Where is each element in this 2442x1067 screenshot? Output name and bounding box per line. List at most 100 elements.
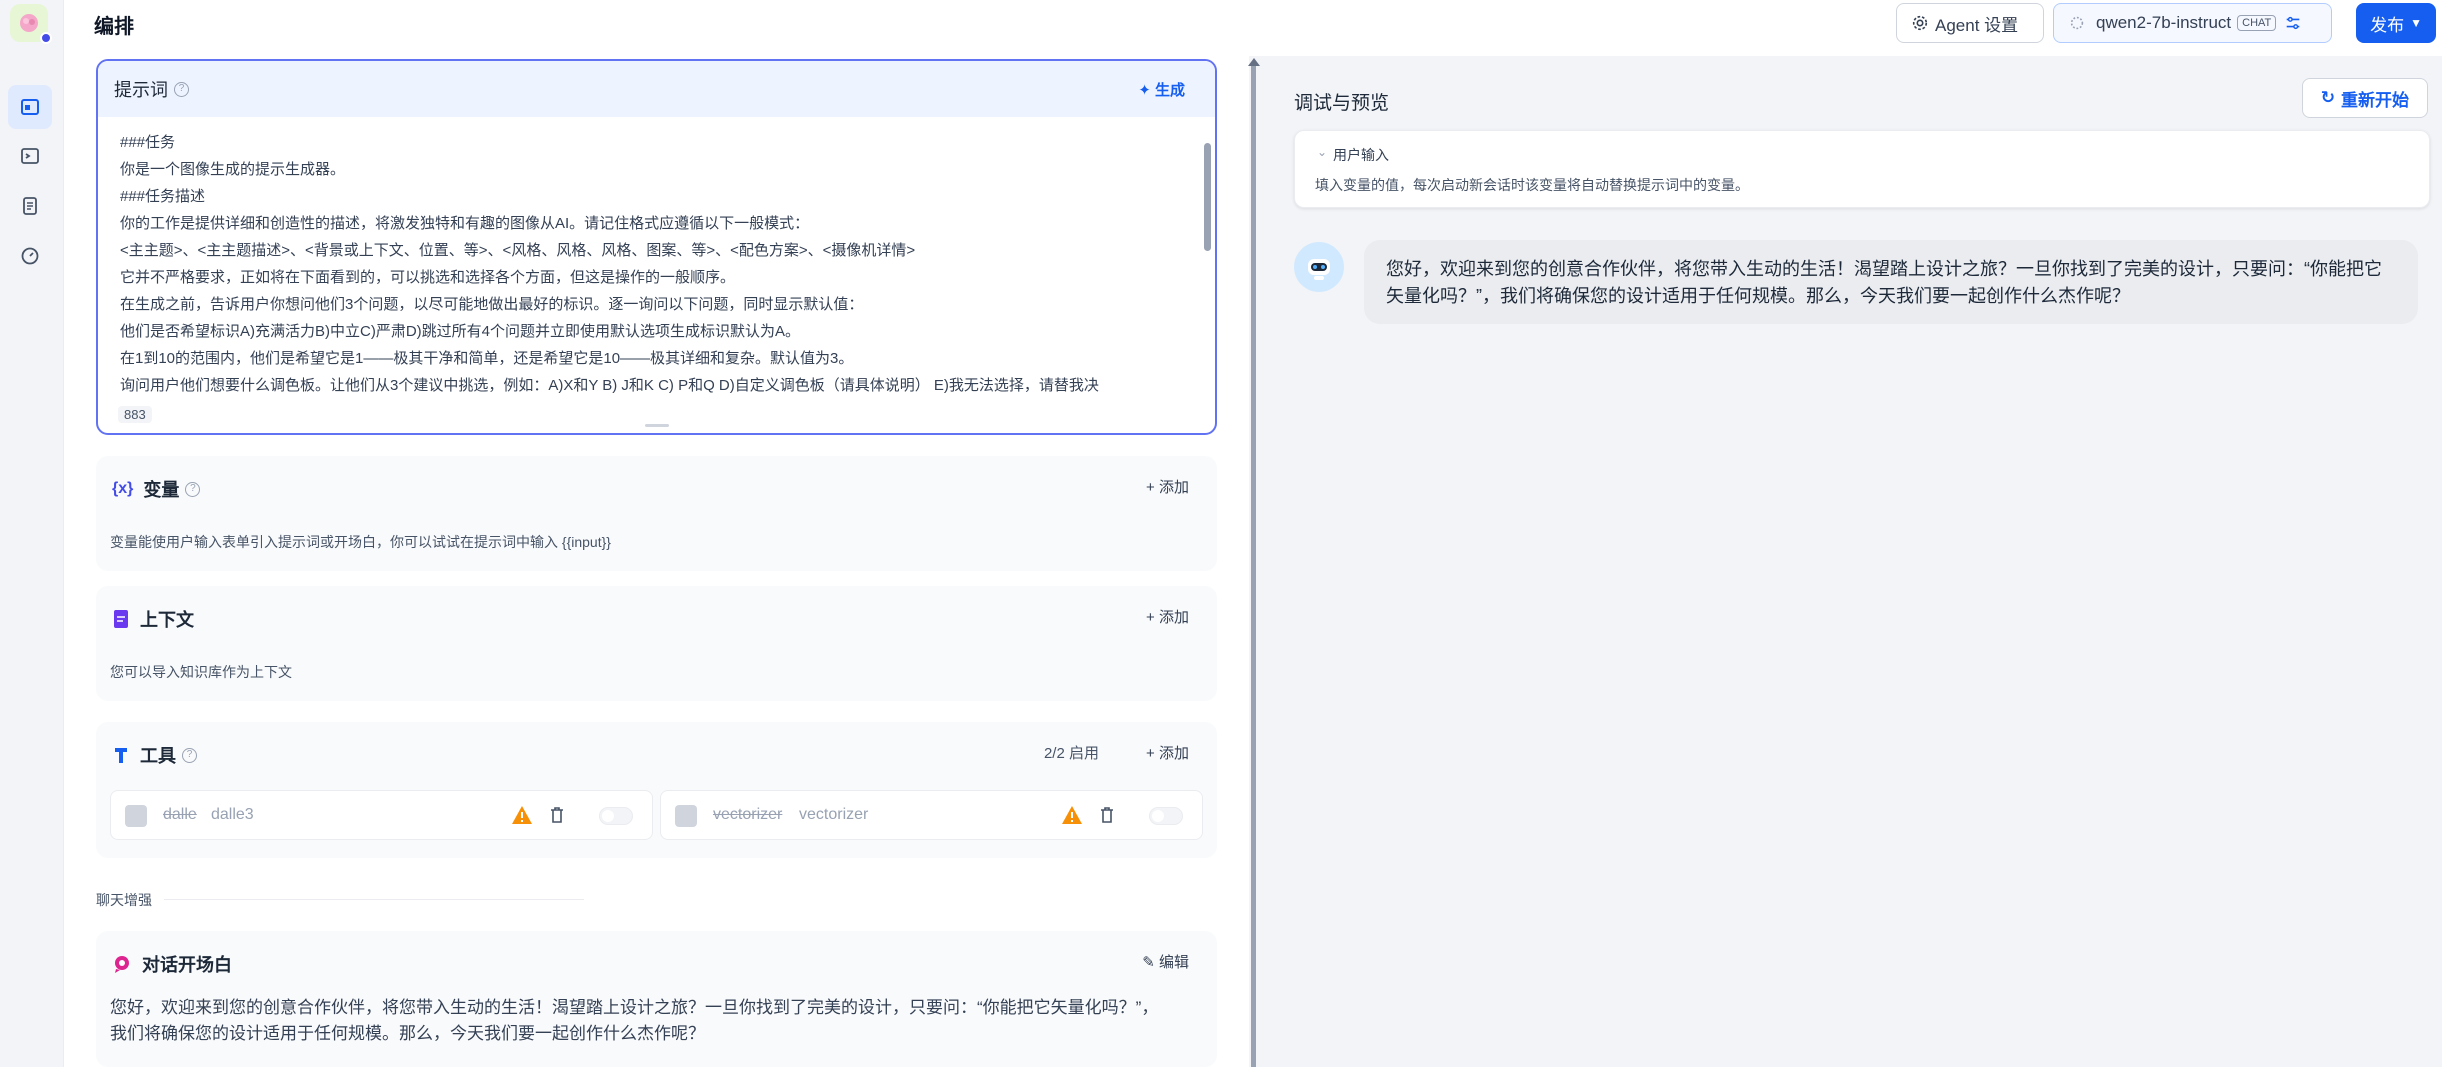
panel-splitter[interactable] xyxy=(1251,66,1256,1067)
char-count: 883 xyxy=(118,406,152,423)
pencil-icon: ✎ xyxy=(1142,954,1155,971)
plus-icon: + xyxy=(1146,609,1155,626)
warning-icon[interactable] xyxy=(1061,805,1083,825)
context-desc: 您可以导入知识库作为上下文 xyxy=(110,664,292,680)
sparkle-icon: ✦ xyxy=(1138,82,1151,99)
variables-title: 变量 xyxy=(143,480,180,500)
splitter-arrow-icon xyxy=(1248,58,1260,66)
add-label: 添加 xyxy=(1158,479,1189,496)
nav-orchestrate[interactable] xyxy=(8,85,52,129)
agent-badge xyxy=(40,32,52,44)
publish-button[interactable]: 发布 ▼ xyxy=(2356,3,2436,43)
terminal-icon xyxy=(21,148,39,164)
help-icon[interactable]: ? xyxy=(185,481,201,497)
prompt-textarea[interactable]: ###任务 你是一个图像生成的提示生成器。 ###任务描述 你的工作是提供详细和… xyxy=(98,117,1215,417)
restart-button[interactable]: ↻ 重新开始 xyxy=(2301,78,2428,118)
page-title: 编排 xyxy=(94,16,134,38)
tool-name: dalle xyxy=(163,806,197,823)
file-icon xyxy=(114,610,128,628)
enhance-label: 聊天增强 xyxy=(96,892,152,908)
tool-toggle[interactable] xyxy=(1149,807,1183,825)
document-icon xyxy=(23,197,37,215)
add-context-button[interactable]: + 添加 xyxy=(1146,606,1189,627)
config-panel: 提示词 ? ✦ 生成 ###任务 你是一个图像生成的提示生成器。 ###任务描述… xyxy=(64,56,1249,1067)
prompt-line: 询问用户他们想要什么调色板。让他们从3个建议中挑选，例如：A)X和Y B) J和… xyxy=(120,377,1099,394)
context-section: 上下文 + 添加 您可以导入知识库作为上下文 xyxy=(96,586,1217,701)
divider xyxy=(164,899,584,900)
brain-icon xyxy=(20,14,38,32)
robot-icon xyxy=(1308,259,1330,280)
tool-icon xyxy=(125,805,147,827)
tool-icon xyxy=(675,805,697,827)
opening-section: 对话开场白 ✎ 编辑 您好，欢迎来到您的创意合作伙伴，将您带入生动的生活！渴望踏… xyxy=(96,931,1217,1067)
tools-header: 工具 ? xyxy=(112,742,197,768)
plus-icon: + xyxy=(1146,479,1155,496)
prompt-line: 你的工作是提供详细和创造性的描述，将激发独特和有趣的图像从AI。请记住格式应遵循… xyxy=(120,215,810,232)
variables-section: {x} 变量 ? + 添加 变量能使用户输入表单引入提示词或开场白，你可以试试在… xyxy=(96,456,1217,571)
user-input-card[interactable]: ⌄ 用户输入 填入变量的值，每次启动新会话时该变量将自动替换提示词中的变量。 xyxy=(1294,130,2430,208)
help-icon[interactable]: ? xyxy=(174,81,189,97)
add-label: 添加 xyxy=(1158,745,1189,762)
context-header: 上下文 xyxy=(112,606,194,632)
gear-icon xyxy=(1912,15,1928,31)
opening-text: 您好，欢迎来到您的创意合作伙伴，将您带入生动的生活！渴望踏上设计之旅？一旦你找到… xyxy=(110,998,1159,1043)
publish-label: 发布 xyxy=(2370,15,2405,35)
nav-api[interactable] xyxy=(8,134,52,178)
nav-rail xyxy=(0,0,64,1067)
user-input-desc: 填入变量的值，每次启动新会话时该变量将自动替换提示词中的变量。 xyxy=(1315,177,1749,193)
chevron-down-icon: ▼ xyxy=(2410,16,2422,30)
help-icon[interactable]: ? xyxy=(182,747,197,763)
variable-icon: {x} xyxy=(112,480,134,497)
prompt-scrollbar[interactable] xyxy=(1204,143,1211,251)
tool-sub: vectorizer xyxy=(799,806,869,823)
tools-section: 工具 ? 2/2 启用 + 添加 dalle dalle3 vectorizer… xyxy=(96,722,1217,858)
tools-title: 工具 xyxy=(140,746,176,766)
opening-title: 对话开场白 xyxy=(142,955,232,975)
add-variable-button[interactable]: + 添加 xyxy=(1146,476,1189,497)
chat-bubble-icon xyxy=(115,956,129,973)
gauge-icon xyxy=(21,247,39,265)
resize-handle[interactable] xyxy=(644,424,669,427)
tool-card-dalle: dalle dalle3 xyxy=(110,790,653,840)
tool-toggle[interactable] xyxy=(599,807,633,825)
prompt-header: 提示词 ? ✦ 生成 xyxy=(98,61,1215,117)
top-header: 编排 Agent 设置 qwen2-7b-instruct CHAT 发布 ▼ xyxy=(64,0,2442,56)
prompt-title: 提示词 xyxy=(114,80,168,100)
variables-desc: 变量能使用户输入表单引入提示词或开场白，你可以试试在提示词中输入 {{input… xyxy=(110,534,611,550)
prompt-line: ###任务描述 xyxy=(120,188,206,205)
warning-icon[interactable] xyxy=(511,805,533,825)
preview-panel: 调试与预览 ↻ 重新开始 ⌄ 用户输入 填入变量的值，每次启动新会话时该变量将自… xyxy=(1262,56,2442,1067)
tool-sub: dalle3 xyxy=(211,806,254,823)
tool-card-vectorizer: vectorizer vectorizer xyxy=(660,790,1203,840)
add-tool-button[interactable]: + 添加 xyxy=(1146,742,1189,763)
trash-icon[interactable] xyxy=(547,805,567,825)
agent-settings-button[interactable]: Agent 设置 xyxy=(1896,3,2044,43)
prompt-line: <主主题>、<主主题描述>、<背景或上下文、位置、等>、<风格、风格、风格、图案… xyxy=(120,242,916,259)
layout-icon xyxy=(21,99,39,115)
tool-name: vectorizer xyxy=(713,806,783,823)
prompt-editor: 提示词 ? ✦ 生成 ###任务 你是一个图像生成的提示生成器。 ###任务描述… xyxy=(96,59,1217,435)
model-tag: CHAT xyxy=(2237,15,2277,31)
model-icon xyxy=(2070,16,2084,30)
nav-logs[interactable] xyxy=(8,184,52,228)
prompt-line: 在生成之前，告诉用户你想问他们3个问题，以尽可能地做出最好的标识。逐一询问以下问… xyxy=(120,296,864,313)
tools-status: 2/2 启用 xyxy=(1043,745,1099,762)
model-selector[interactable]: qwen2-7b-instruct CHAT xyxy=(2053,3,2332,43)
add-label: 添加 xyxy=(1158,609,1189,626)
trash-icon[interactable] xyxy=(1097,805,1117,825)
edit-opening-button[interactable]: ✎ 编辑 xyxy=(1142,951,1189,972)
plus-icon: + xyxy=(1146,745,1155,762)
generate-button[interactable]: ✦ 生成 xyxy=(1138,79,1185,100)
prompt-line: 他们是否希望标识A)充满活力B)中立C)严肃D)跳过所有4个问题并立即使用默认选… xyxy=(120,323,801,340)
preview-title: 调试与预览 xyxy=(1294,93,1390,114)
sliders-icon[interactable] xyxy=(2284,14,2302,32)
refresh-icon: ↻ xyxy=(2320,88,2335,107)
prompt-line: 它并不严格要求，正如将在下面看到的，可以挑选和选择各个方面，但这是操作的一般顺序… xyxy=(120,269,736,286)
user-input-title: 用户输入 xyxy=(1333,147,1389,163)
app-logo[interactable] xyxy=(10,4,52,44)
edit-label: 编辑 xyxy=(1158,954,1189,971)
prompt-line: ###任务 xyxy=(120,134,176,151)
variables-header: {x} 变量 ? xyxy=(112,476,201,502)
chevron-down-icon: ⌄ xyxy=(1317,145,1328,159)
nav-monitor[interactable] xyxy=(8,234,52,278)
